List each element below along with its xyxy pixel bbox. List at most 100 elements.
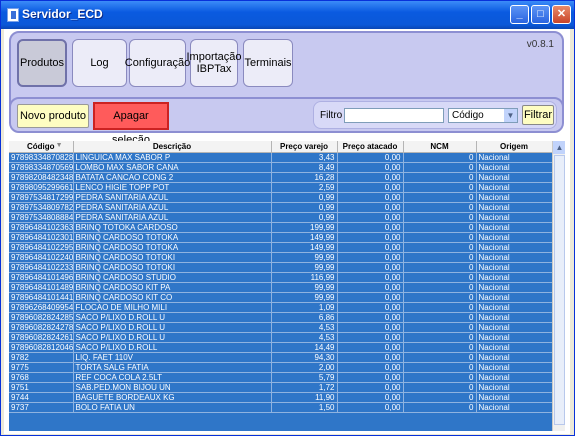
table-cell: 0,00 <box>337 262 404 273</box>
table-row[interactable]: 97896484101489 BRINQ CARDOSO KIT PA 99,99 0… <box>9 282 553 293</box>
table-cell: PEDRA SANITARIA AZUL <box>73 202 272 213</box>
table-row[interactable]: 9751 SAB.PED.MON BIJOU UN 1,72 0,00 0 Naciona… <box>9 382 553 393</box>
table-row[interactable]: 97898334870828 LINGUICA MAX SABOR P 3,43 0,… <box>9 152 553 163</box>
table-row[interactable]: 9744 BAGUETE BORDEAUX KG 11,90 0,00 0 Naciona… <box>9 392 553 403</box>
table-cell: 0,00 <box>337 392 404 403</box>
column-header-preco-atacado[interactable]: Preço atacado <box>337 141 404 153</box>
table-cell: 0,00 <box>337 332 404 343</box>
table-cell: Nacional <box>476 372 553 383</box>
table-cell: 0 <box>403 162 477 173</box>
table-row[interactable]: 97896484102240 BRINQ CARDOSO TOTOKI 99,99 0… <box>9 252 553 263</box>
table-row[interactable]: 97896484102363 BRINQ TOTOKA CARDOSO 199,99… <box>9 222 553 233</box>
tab-terminais[interactable]: Terminais <box>243 39 293 87</box>
table-cell: 0,00 <box>337 322 404 333</box>
scroll-thumb[interactable] <box>554 155 565 425</box>
table-cell: 9737 <box>9 402 74 413</box>
table-cell: 0 <box>403 382 477 393</box>
table-cell: 97896268409954 <box>9 302 74 313</box>
table-row[interactable]: 9775 TORTA SALG FATIA 2,00 0,00 0 Nacional <box>9 362 553 373</box>
table-cell: 0,00 <box>337 312 404 323</box>
client-area: Produtos Log Configuração Importação IBP… <box>4 29 570 434</box>
table-cell: 0 <box>403 222 477 233</box>
table-row[interactable]: 97896082824278 SACO P/LIXO D.ROLL U 4,53 0,… <box>9 322 553 333</box>
table-row[interactable]: 97897534808884 PEDRA SANITARIA AZUL 0,99 0,… <box>9 212 553 223</box>
column-header-ncm[interactable]: NCM <box>403 141 477 153</box>
tab-importacao-ibptax[interactable]: Importação IBPTax <box>186 39 242 87</box>
table-cell: 97897534817299 <box>9 192 74 203</box>
table-row[interactable]: 97896484101496 BRINQ CARDOSO STUDIO 116,99… <box>9 272 553 283</box>
table-row[interactable]: 97896082824285 SACO P/LIXO D.ROLL U 6,86 0,… <box>9 312 553 323</box>
table-cell: 0 <box>403 272 477 283</box>
app-window: Servidor_ECD _ □ ✕ Produtos Log Configur… <box>0 0 575 436</box>
window-title: Servidor_ECD <box>22 7 103 21</box>
tab-produtos[interactable]: Produtos <box>17 39 67 87</box>
novo-produto-button[interactable]: Novo produto <box>17 104 89 128</box>
chevron-down-icon[interactable]: ▼ <box>504 109 517 122</box>
table-cell: 1,09 <box>271 302 338 313</box>
table-row[interactable]: 9737 BOLO FATIA UN 1,50 0,00 0 Nacional <box>9 402 553 413</box>
table-cell: 149,99 <box>271 242 338 253</box>
filter-input[interactable] <box>344 108 444 123</box>
table-cell: 0,00 <box>337 162 404 173</box>
column-header-descricao[interactable]: Descrição <box>73 141 272 153</box>
table-row[interactable]: 97896484101441 BRINQ CARDOSO KIT CO 99,99 0… <box>9 292 553 303</box>
table-row[interactable]: 97896082812046 SACO P/LIXO D.ROLL 14,49 0,0… <box>9 342 553 353</box>
table-row[interactable]: 97896484102295 BRINQ CARDOSO TOTOKA 149,99… <box>9 242 553 253</box>
table-cell: 0,00 <box>337 222 404 233</box>
table-cell: LENCO HIGIE TOPP POT <box>73 182 272 193</box>
table-cell: 0 <box>403 362 477 373</box>
table-cell: Nacional <box>476 252 553 263</box>
table-cell: 0 <box>403 302 477 313</box>
tab-log[interactable]: Log <box>72 39 127 87</box>
table-cell: 0 <box>403 342 477 353</box>
vertical-scrollbar[interactable]: ▲ <box>552 141 565 431</box>
table-cell: Nacional <box>476 242 553 253</box>
table-row[interactable]: 97897534809782 PEDRA SANITARIA AZUL 0,99 0,… <box>9 202 553 213</box>
table-cell: 0,00 <box>337 282 404 293</box>
table-cell: 2,00 <box>271 362 338 373</box>
scroll-up-icon[interactable]: ▲ <box>553 141 565 154</box>
table-cell: 16,28 <box>271 172 338 183</box>
table-cell: 0 <box>403 252 477 263</box>
column-header-origem[interactable]: Origem <box>476 141 553 153</box>
table-cell: 3,43 <box>271 152 338 163</box>
table-cell: Nacional <box>476 292 553 303</box>
tab-importacao-line2: IBPTax <box>196 63 232 75</box>
products-table[interactable]: Código ▼ Descrição Preço varejo Preço ata… <box>9 141 565 431</box>
table-row[interactable]: 9782 LIQ. FAET 110V 94,30 0,00 0 Nacional <box>9 352 553 363</box>
table-cell: 0,99 <box>271 212 338 223</box>
table-cell: 9751 <box>9 382 74 393</box>
tab-configuracao[interactable]: Configuração <box>125 39 190 87</box>
table-cell: 99,99 <box>271 262 338 273</box>
close-button[interactable]: ✕ <box>552 5 571 24</box>
table-row[interactable]: 97898208482348 BATATA CANCAO CONG 2 16,28 0… <box>9 172 553 183</box>
table-row[interactable]: 97896268409954 FLOCAO DE MILHO MILI 1,09 0,… <box>9 302 553 313</box>
table-cell: BRINQ CARDOSO TOTOKI <box>73 252 272 263</box>
table-row[interactable]: 97898334870569 LOMBO MAX SABOR CANA 8,49 0,… <box>9 162 553 173</box>
table-cell: LINGUICA MAX SABOR P <box>73 152 272 163</box>
table-cell: 8,49 <box>271 162 338 173</box>
table-row[interactable]: 97897534817299 PEDRA SANITARIA AZUL 0,99 0,… <box>9 192 553 203</box>
table-row[interactable]: 97896484102301 BRINQ CARDOSO TOTOKA 149,99… <box>9 232 553 243</box>
maximize-button[interactable]: □ <box>531 5 550 24</box>
table-row[interactable]: 9768 REF COCA COLA 2.5LT 5,79 0,00 0 Nacional <box>9 372 553 383</box>
table-row[interactable]: 97896082824261 SACO P/LIXO D.ROLL U 4,53 0,… <box>9 332 553 343</box>
table-cell: Nacional <box>476 382 553 393</box>
table-cell: Nacional <box>476 212 553 223</box>
table-cell: Nacional <box>476 392 553 403</box>
table-cell: BOLO FATIA UN <box>73 402 272 413</box>
filtrar-button[interactable]: Filtrar <box>522 105 554 125</box>
table-cell: BRINQ CARDOSO TOTOKA <box>73 232 272 243</box>
column-header-codigo[interactable]: Código ▼ <box>9 141 74 153</box>
column-header-preco-varejo[interactable]: Preço varejo <box>271 141 338 153</box>
table-row[interactable]: 97898095299661 LENCO HIGIE TOPP POT 2,59 0,… <box>9 182 553 193</box>
table-cell: 199,99 <box>271 222 338 233</box>
filter-field-select[interactable]: Código ▼ <box>448 108 518 123</box>
table-cell: 9744 <box>9 392 74 403</box>
apagar-selecao-button[interactable]: Apagar seleção <box>93 102 169 146</box>
minimize-button[interactable]: _ <box>510 5 529 24</box>
table-row[interactable]: 97896484102233 BRINQ CARDOSO TOTOKI 99,99 0… <box>9 262 553 273</box>
table-cell: 0 <box>403 372 477 383</box>
title-bar[interactable]: Servidor_ECD _ □ ✕ <box>1 1 574 29</box>
table-cell: BRINQ CARDOSO KIT CO <box>73 292 272 303</box>
